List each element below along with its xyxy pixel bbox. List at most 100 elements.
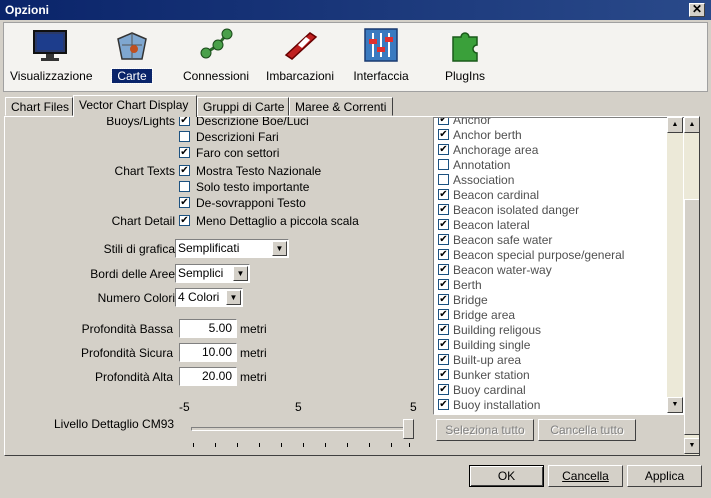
list-item-checkbox[interactable]: ✔ <box>438 144 449 156</box>
list-item-checkbox[interactable]: ✔ <box>438 219 449 231</box>
list-item-label: Berth <box>453 277 482 292</box>
list-item-checkbox[interactable]: ✔ <box>438 129 449 141</box>
toolbar-item-carte[interactable]: Carte <box>111 25 153 84</box>
toolbar-item-interfaccia[interactable]: Interfaccia <box>348 25 414 83</box>
list-item[interactable]: ✔ Anchor <box>438 118 491 127</box>
cancel-button[interactable]: Cancella <box>548 465 623 487</box>
list-item-checkbox[interactable]: ✔ <box>438 324 449 336</box>
checkbox-descrizione-boe[interactable]: ✔ <box>179 117 190 126</box>
list-item-checkbox[interactable]: ✔ <box>438 414 449 415</box>
panel-scrollbar[interactable]: ▲ ▼ <box>684 117 699 455</box>
checkbox-descrizioni-fari[interactable] <box>179 131 190 142</box>
tab-gruppi-di-carte[interactable]: Gruppi di Carte <box>197 97 289 116</box>
list-item-checkbox[interactable]: ✔ <box>438 309 449 321</box>
list-item-label: Bridge area <box>453 307 516 322</box>
toolbar-item-plugins[interactable]: PlugIns <box>440 25 490 83</box>
list-item[interactable]: Association <box>438 172 514 187</box>
list-item[interactable]: ✔ Buoy installation <box>438 397 540 412</box>
tab-vector-chart-display[interactable]: Vector Chart Display <box>73 95 197 117</box>
list-item-checkbox[interactable]: ✔ <box>438 339 449 351</box>
chevron-down-icon: ▼ <box>226 290 241 305</box>
toolbar-item-visualizzazione[interactable]: Visualizzazione <box>10 25 93 83</box>
list-item-checkbox[interactable]: ✔ <box>438 234 449 246</box>
scroll-up-icon[interactable]: ▲ <box>684 117 699 133</box>
list-item-checkbox[interactable]: ✔ <box>438 369 449 381</box>
list-item-checkbox[interactable]: ✔ <box>438 279 449 291</box>
list-item-checkbox[interactable]: ✔ <box>438 384 449 396</box>
list-item[interactable]: ✔ Beacon cardinal <box>438 187 539 202</box>
select-value: Semplificati <box>178 241 240 255</box>
list-item-label: Beacon water-way <box>453 262 552 277</box>
checkbox-de-sovrapponi[interactable]: ✔ <box>179 197 190 208</box>
checkbox-label: Faro con settori <box>196 146 280 160</box>
toolbar-item-imbarcazioni[interactable]: Imbarcazioni <box>262 25 338 83</box>
scroll-down-icon[interactable]: ▼ <box>684 438 699 454</box>
profondita-sicura-input[interactable]: 10.00 <box>179 343 237 362</box>
tab-maree-correnti[interactable]: Maree & Correnti <box>289 97 393 116</box>
scroll-down-icon[interactable]: ▼ <box>667 397 683 413</box>
list-item-checkbox[interactable]: ✔ <box>438 118 449 126</box>
list-item-checkbox[interactable]: ✔ <box>438 399 449 411</box>
checkbox-meno-dettaglio[interactable]: ✔ <box>179 215 190 226</box>
list-item[interactable]: ✔ Bridge area <box>438 307 515 322</box>
checkbox-faro-settori[interactable]: ✔ <box>179 147 190 158</box>
ok-button[interactable]: OK <box>469 465 544 487</box>
list-item-checkbox[interactable] <box>438 174 449 186</box>
checkbox-solo-testo[interactable] <box>179 181 190 192</box>
unit-label: metri <box>240 346 267 360</box>
close-button[interactable]: ✕ <box>689 3 705 17</box>
checkbox-label: Meno Dettaglio a piccola scala <box>196 214 359 228</box>
list-item[interactable]: ✔ Bridge <box>438 292 488 307</box>
slider-tick <box>237 443 238 447</box>
buoys-lights-label: Buoys/Lights <box>106 116 175 128</box>
list-item[interactable]: ✔ Beacon lateral <box>438 217 530 232</box>
tab-chart-files[interactable]: Chart Files <box>5 97 73 116</box>
scroll-up-icon[interactable]: ▲ <box>667 117 683 133</box>
list-item[interactable]: ✔ Beacon safe water <box>438 232 552 247</box>
toolbar-item-connessioni[interactable]: Connessioni <box>180 25 252 83</box>
detail-slider-track[interactable] <box>191 427 413 431</box>
list-item[interactable]: ✔ Berth <box>438 277 482 292</box>
list-item[interactable]: ✔ Anchorage area <box>438 142 538 157</box>
list-item[interactable]: Annotation <box>438 157 510 172</box>
list-item-label: Annotation <box>453 157 511 172</box>
list-item-checkbox[interactable]: ✔ <box>438 204 449 216</box>
apply-button[interactable]: Applica <box>627 465 702 487</box>
detail-slider-thumb[interactable] <box>403 419 414 439</box>
profondita-bassa-label: Profondità Bassa <box>81 322 173 336</box>
numero-colori-select[interactable]: 4 Colori ▼ <box>175 288 243 307</box>
list-item[interactable]: ✔ Buoy isolated danger <box>438 412 566 415</box>
list-item[interactable]: ✔ Beacon isolated danger <box>438 202 579 217</box>
select-all-button[interactable]: Seleziona tutto <box>436 419 534 441</box>
list-item[interactable]: ✔ Beacon water-way <box>438 262 552 277</box>
slider-tick <box>391 443 392 447</box>
list-item[interactable]: ✔ Building single <box>438 337 530 352</box>
bordi-aree-select[interactable]: Semplici ▼ <box>175 264 250 283</box>
checkbox-mostra-testo[interactable]: ✔ <box>179 165 190 176</box>
list-item-checkbox[interactable]: ✔ <box>438 294 449 306</box>
list-item[interactable]: ✔ Bunker station <box>438 367 530 382</box>
list-item[interactable]: ✔ Built-up area <box>438 352 521 367</box>
list-item[interactable]: ✔ Beacon special purpose/general <box>438 247 624 262</box>
list-item-checkbox[interactable]: ✔ <box>438 249 449 261</box>
stili-grafica-select[interactable]: Semplificati ▼ <box>175 239 289 258</box>
list-item-label: Buoy isolated danger <box>453 413 566 414</box>
list-item-checkbox[interactable]: ✔ <box>438 264 449 276</box>
list-item-checkbox[interactable]: ✔ <box>438 354 449 366</box>
slider-tick <box>259 443 260 447</box>
profondita-alta-input[interactable]: 20.00 <box>179 367 237 386</box>
list-item[interactable]: ✔ Buoy cardinal <box>438 382 526 397</box>
profondita-bassa-input[interactable]: 5.00 <box>179 319 237 338</box>
slider-tick <box>325 443 326 447</box>
clear-all-button[interactable]: Cancella tutto <box>538 419 636 441</box>
list-scrollbar[interactable]: ▲ ▼ <box>667 117 683 413</box>
list-item-checkbox[interactable]: ✔ <box>438 189 449 201</box>
list-item-label: Built-up area <box>453 352 522 367</box>
list-item[interactable]: ✔ Building religous <box>438 322 541 337</box>
chart-detail-label: Chart Detail <box>111 214 175 228</box>
list-item[interactable]: ✔ Anchor berth <box>438 127 522 142</box>
list-item-label: Anchor berth <box>453 127 522 142</box>
panel-scroll-thumb[interactable] <box>684 199 699 435</box>
objects-listbox[interactable]: ✔ Anchor ✔ Anchor berth ✔ Anchorage area Annot… <box>433 117 688 415</box>
list-item-checkbox[interactable] <box>438 159 449 171</box>
